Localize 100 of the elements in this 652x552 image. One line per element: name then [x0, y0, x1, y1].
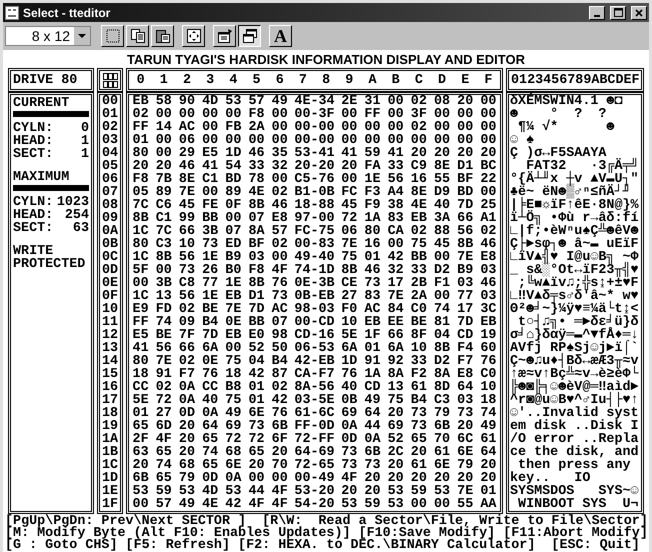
hex-byte[interactable]: 73	[360, 459, 384, 472]
hex-byte[interactable]: 1A	[360, 368, 384, 381]
hex-byte[interactable]: 0E-3B	[291, 277, 338, 290]
hex-byte[interactable]: 4F	[268, 498, 292, 511]
hex-byte[interactable]: 3B	[152, 277, 176, 290]
hex-byte[interactable]: 72-65	[291, 459, 338, 472]
hex-byte[interactable]: C3	[430, 394, 454, 407]
hex-byte[interactable]: 57	[268, 225, 292, 238]
hex-byte[interactable]: 0B	[338, 394, 361, 407]
hex-byte[interactable]: 64	[476, 446, 500, 459]
font-size-dropdown[interactable]: 8 x 12	[5, 26, 91, 46]
hex-byte[interactable]: EB	[222, 290, 245, 303]
hex-byte[interactable]: A4	[384, 186, 408, 199]
hex-byte[interactable]: 56	[175, 251, 199, 264]
hex-byte[interactable]: 46	[360, 264, 384, 277]
hex-byte[interactable]: 00	[476, 121, 500, 134]
hex-byte[interactable]: 09	[175, 316, 199, 329]
hex-byte[interactable]: 7E	[222, 303, 245, 316]
hex-byte[interactable]: 98	[268, 329, 292, 342]
hex-byte[interactable]: B0	[222, 264, 245, 277]
hex-byte[interactable]: AA	[476, 498, 500, 511]
hex-byte[interactable]: 03	[244, 251, 268, 264]
hex-byte[interactable]: 20	[384, 472, 408, 485]
hex-byte[interactable]: B9	[454, 264, 477, 277]
hex-byte[interactable]: 00	[384, 121, 408, 134]
hex-byte[interactable]: 73	[338, 459, 361, 472]
hex-byte[interactable]: 78	[244, 173, 268, 186]
hex-byte[interactable]: 20	[244, 459, 268, 472]
hex-byte[interactable]: 83	[360, 290, 384, 303]
hex-byte[interactable]: 74	[198, 446, 222, 459]
hex-byte[interactable]: 76	[476, 355, 500, 368]
hex-byte[interactable]: C9	[407, 160, 430, 173]
hex-byte[interactable]: 00	[198, 121, 222, 134]
hex-byte[interactable]: 10	[407, 342, 430, 355]
hex-byte[interactable]: F9	[360, 199, 384, 212]
hex-byte[interactable]: 65	[198, 459, 222, 472]
hex-byte[interactable]: 61	[476, 433, 500, 446]
hex-byte[interactable]: 56	[152, 342, 176, 355]
hex-byte[interactable]: 73	[360, 277, 384, 290]
hex-byte[interactable]: 65	[129, 420, 152, 433]
hex-byte[interactable]: 5E	[338, 329, 361, 342]
minimize-button[interactable]	[589, 6, 605, 20]
hex-byte[interactable]: 7D	[198, 329, 222, 342]
hex-byte[interactable]: 8A	[384, 368, 408, 381]
hex-byte[interactable]: 20	[384, 407, 408, 420]
hex-byte[interactable]: 00	[476, 108, 500, 121]
hex-byte[interactable]: 20	[407, 472, 430, 485]
hex-byte[interactable]: 73	[338, 446, 361, 459]
hex-byte[interactable]: 03	[476, 290, 500, 303]
hex-byte[interactable]: 00	[430, 290, 454, 303]
hex-byte[interactable]: 18	[129, 368, 152, 381]
hex-byte[interactable]: 69	[338, 407, 361, 420]
hex-byte[interactable]: 16	[360, 238, 384, 251]
hex-byte[interactable]: 66	[175, 342, 199, 355]
hex-byte[interactable]: 20	[360, 485, 384, 498]
hex-byte[interactable]: 18-88	[291, 199, 338, 212]
hex-byte[interactable]: 4F	[268, 485, 292, 498]
hex-byte[interactable]: CC	[129, 381, 152, 394]
hex-byte[interactable]: 1C	[129, 290, 152, 303]
hex-byte[interactable]: 73	[268, 290, 292, 303]
hex-byte[interactable]: 61	[407, 381, 430, 394]
hex-byte[interactable]: 74	[476, 407, 500, 420]
hex-byte[interactable]: 00-CD	[291, 316, 338, 329]
hex-byte[interactable]: 1D	[338, 355, 361, 368]
hex-byte[interactable]: 49	[476, 420, 500, 433]
hex-byte[interactable]: F8	[244, 264, 268, 277]
hex-byte[interactable]: 0A	[175, 381, 199, 394]
hex-byte[interactable]: 7D	[454, 316, 477, 329]
hex-byte[interactable]: FF-0D	[291, 420, 338, 433]
hex-byte[interactable]: EE	[384, 316, 408, 329]
hex-byte[interactable]: 14	[152, 121, 176, 134]
hex-byte[interactable]: 00	[360, 121, 384, 134]
hex-byte[interactable]: 00	[268, 134, 292, 147]
hex-byte[interactable]: 01	[129, 134, 152, 147]
hex-byte[interactable]: 02	[268, 381, 292, 394]
hex-byte[interactable]: 65	[244, 446, 268, 459]
hex-byte[interactable]: 26	[198, 264, 222, 277]
hex-byte[interactable]: 6C	[454, 433, 477, 446]
hex-byte[interactable]: 7E	[338, 238, 361, 251]
hex-byte[interactable]: 0D	[338, 433, 361, 446]
hex-byte[interactable]: 7E	[384, 290, 408, 303]
hex-byte[interactable]: C0	[407, 303, 430, 316]
hex-byte[interactable]: C5-76	[291, 173, 338, 186]
hex-byte[interactable]: D1	[244, 290, 268, 303]
hex-byte[interactable]: 00-3F	[291, 108, 338, 121]
hex-byte[interactable]: E0	[244, 329, 268, 342]
hex-byte[interactable]: 65	[198, 433, 222, 446]
hex-byte[interactable]: 55	[454, 498, 477, 511]
hex-byte[interactable]: F7	[175, 368, 199, 381]
hex-byte[interactable]: 98-03	[291, 303, 338, 316]
hex-byte[interactable]: 66	[384, 329, 408, 342]
hex-byte[interactable]: 05	[129, 186, 152, 199]
hex-byte[interactable]: 27	[152, 407, 176, 420]
hex-byte[interactable]: 2F	[129, 433, 152, 446]
hex-byte[interactable]: 89	[222, 186, 245, 199]
hex-byte[interactable]: 00	[338, 108, 361, 121]
hex-byte[interactable]: 00-00	[291, 121, 338, 134]
hex-byte[interactable]: 33	[407, 355, 430, 368]
hex-byte[interactable]: 53	[175, 485, 199, 498]
hex-byte[interactable]: 61-6C	[291, 407, 338, 420]
